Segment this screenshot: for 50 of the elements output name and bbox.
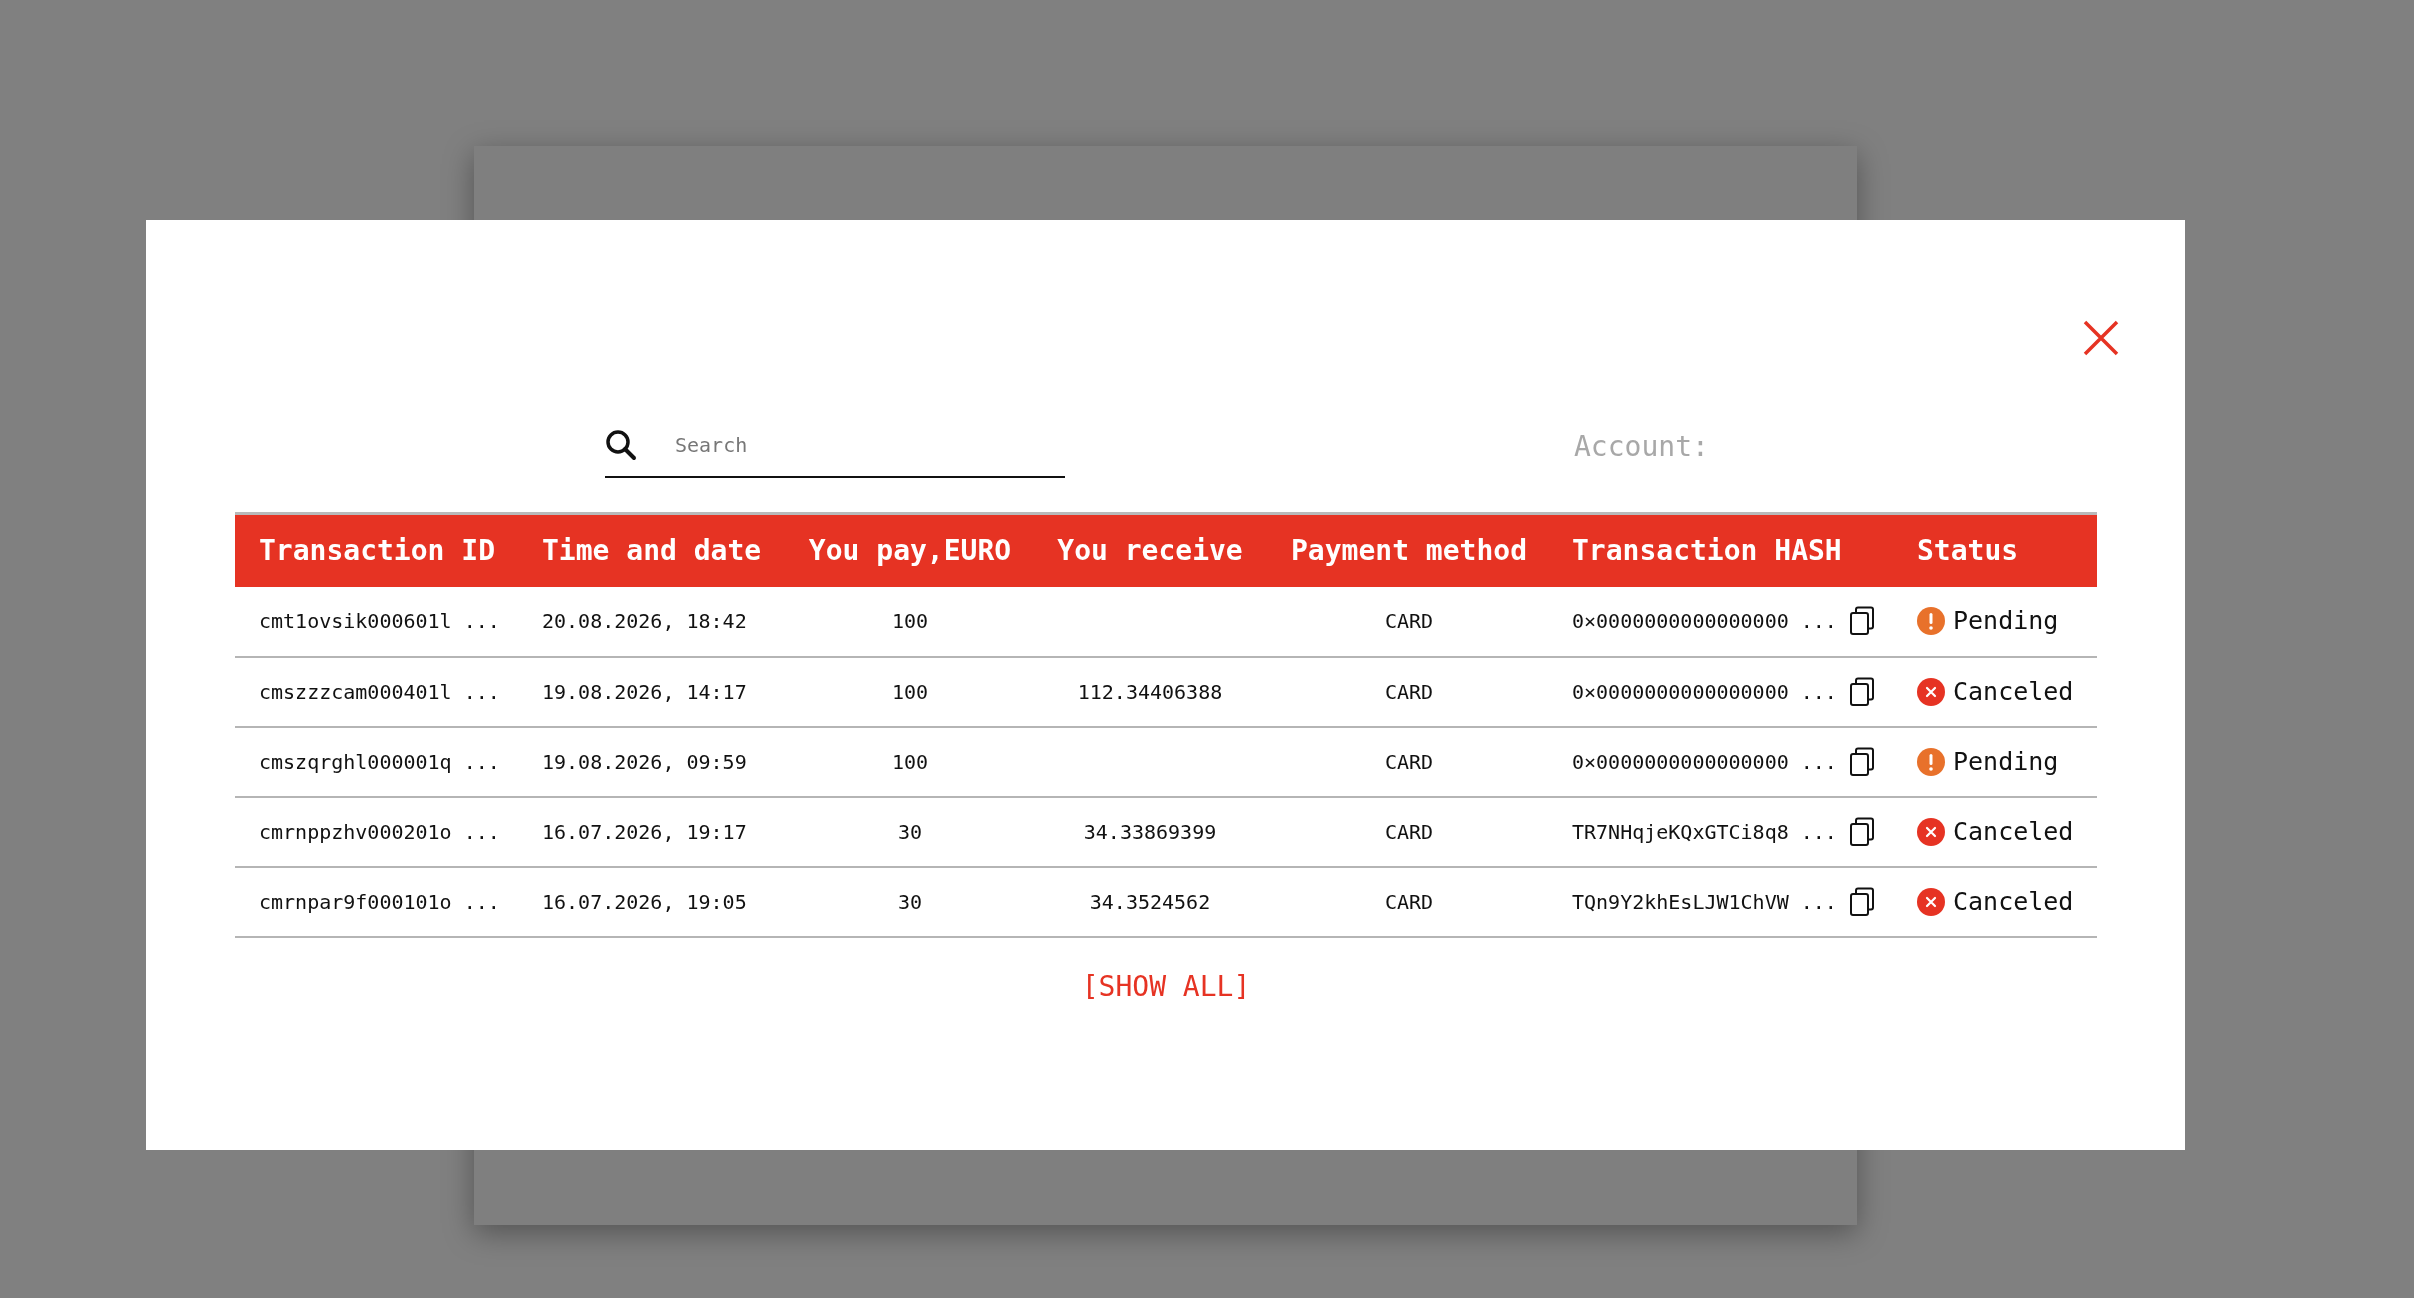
search-field[interactable]: Search [673, 429, 1033, 461]
column-header: Transaction HASH [1548, 513, 1893, 587]
table-cell: 16.07.2026, 19:17 [518, 796, 790, 867]
hash-text: TQn9Y2khEsLJW1ChVW ... [1572, 888, 1837, 916]
column-header: Payment method [1270, 513, 1548, 587]
column-header: Status [1893, 513, 2097, 587]
status-text: Canceled [1953, 815, 2074, 848]
table-cell: cmszqrghl000001q ... [235, 726, 518, 797]
table-cell: 30 [790, 796, 1030, 867]
hash-text: 0×0000000000000000 ... [1572, 678, 1837, 706]
status-text: Pending [1953, 605, 2059, 638]
table-cell: CARD [1270, 656, 1548, 727]
hash-text: TR7NHqjeKQxGTCi8q8 ... [1572, 818, 1837, 846]
table-cell: cmrnppzhv000201o ... [235, 796, 518, 867]
copy-icon[interactable] [1848, 886, 1875, 917]
copy-icon[interactable] [1848, 676, 1875, 707]
table-cell: 34.3524562 [1030, 866, 1270, 937]
table-cell: cmszzzcam000401l ... [235, 656, 518, 727]
table-cell: 100 [790, 726, 1030, 797]
table-cell: cmrnpar9f000101o ... [235, 866, 518, 937]
table-cell: 19.08.2026, 09:59 [518, 726, 790, 797]
table-cell: 20.08.2026, 18:42 [518, 586, 790, 657]
show-all-link[interactable]: [SHOW ALL] [1081, 965, 1251, 1008]
copy-icon[interactable] [1848, 606, 1875, 636]
table-cell: CARD [1270, 866, 1548, 937]
table-cell: 100 [790, 586, 1030, 657]
status-text: Pending [1953, 745, 2059, 778]
status-text: Canceled [1953, 885, 2074, 918]
table-cell: CARD [1270, 586, 1548, 657]
table-cell: cmt1ovsik000601l ... [235, 586, 518, 657]
table-cell: CARD [1270, 796, 1548, 867]
column-header: You pay,EURO [790, 513, 1030, 587]
copy-icon[interactable] [1848, 746, 1875, 777]
table-cell: 16.07.2026, 19:05 [518, 866, 790, 937]
table-cell: CARD [1270, 726, 1548, 797]
column-header: Time and date [518, 513, 790, 587]
column-header: You receive [1030, 513, 1270, 587]
table-cell: 112.34406388 [1030, 656, 1270, 727]
search-icon [605, 429, 637, 461]
table-cell: 30 [790, 866, 1030, 937]
account-label: Account: [1574, 429, 1709, 465]
table-cell: 19.08.2026, 14:17 [518, 656, 790, 727]
close-icon[interactable] [2081, 318, 2121, 358]
copy-icon[interactable] [1848, 816, 1875, 847]
hash-text: 0×0000000000000000 ... [1572, 748, 1837, 776]
hash-text: 0×0000000000000000 ... [1572, 608, 1837, 635]
column-header: Transaction ID [235, 513, 518, 587]
table-cell: 34.33869399 [1030, 796, 1270, 867]
status-text: Canceled [1953, 675, 2074, 708]
table-cell: 100 [790, 656, 1030, 727]
